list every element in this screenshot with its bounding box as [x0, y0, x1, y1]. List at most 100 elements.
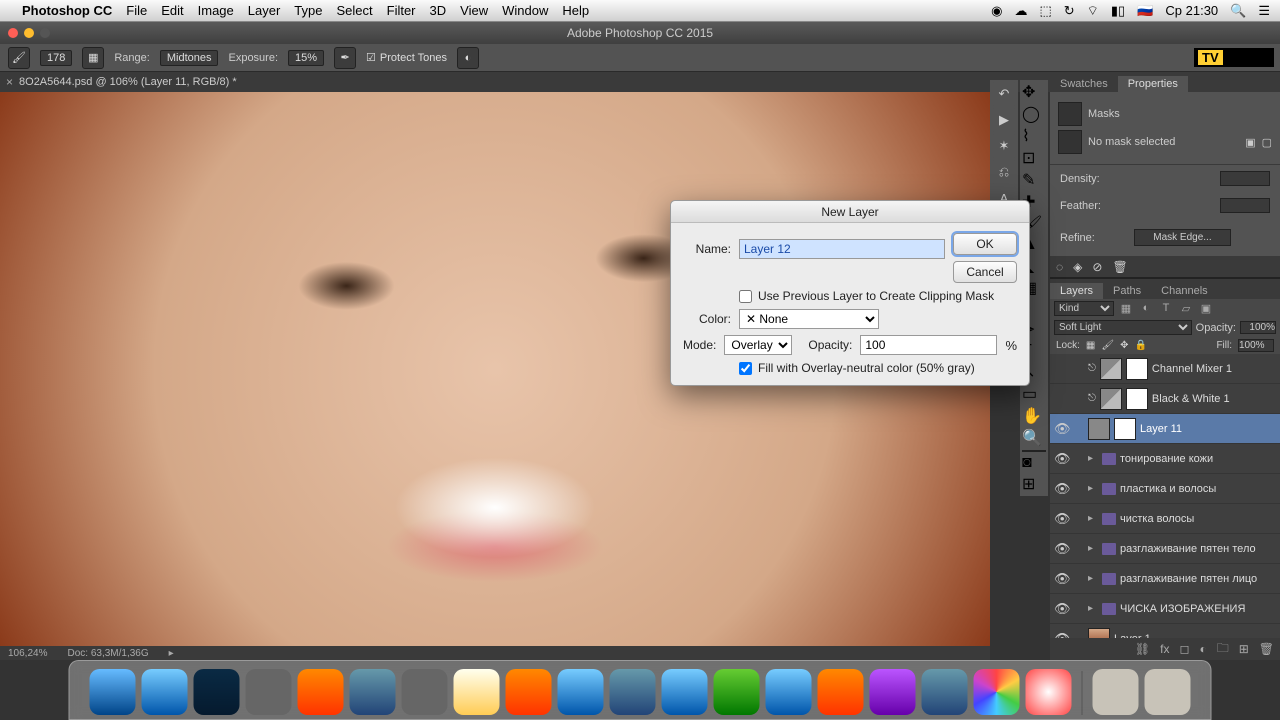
lasso-icon[interactable]: ⌇ [1022, 126, 1046, 146]
range-select[interactable]: Midtones [160, 50, 219, 66]
dock-photos-icon[interactable] [974, 669, 1020, 715]
fill-neutral-checkbox[interactable]: Fill with Overlay-neutral color (50% gra… [739, 361, 1017, 375]
visibility-icon[interactable]: 👁 [1054, 511, 1070, 527]
lock-pos-icon[interactable]: ✥ [1120, 340, 1128, 351]
ok-button[interactable]: OK [953, 233, 1017, 255]
visibility-icon[interactable]: 👁 [1054, 481, 1070, 497]
screen-icon[interactable]: ⊞ [1022, 474, 1046, 494]
visibility-icon[interactable]: 👁 [1054, 571, 1070, 587]
mask-icon[interactable]: ◻ [1179, 642, 1189, 656]
dropbox-icon[interactable]: ⬚ [1039, 3, 1051, 19]
layer-row[interactable]: 👁▸разглаживание пятен лицо [1050, 564, 1280, 594]
disable-mask-icon[interactable]: ⊘ [1092, 260, 1102, 274]
new-icon[interactable]: ⊞ [1239, 642, 1249, 656]
filter-kind-select[interactable]: Kind [1054, 301, 1114, 316]
layers-list[interactable]: ⎋Channel Mixer 1⎋Black & White 1👁Layer 1… [1050, 354, 1280, 638]
protect-tones-checkbox[interactable]: ☑Protect Tones [366, 51, 447, 64]
dock-safari-icon[interactable] [142, 669, 188, 715]
adj-icon[interactable]: ◐ [1199, 642, 1206, 656]
dock-app2-icon[interactable] [506, 669, 552, 715]
menu-select[interactable]: Select [336, 3, 372, 18]
add-vector-mask-icon[interactable]: ▢ [1262, 136, 1272, 149]
name-input[interactable] [739, 239, 945, 259]
dlg-opacity-input[interactable] [860, 335, 997, 355]
tab-paths[interactable]: Paths [1103, 282, 1151, 299]
brush-size-input[interactable]: 178 [40, 50, 72, 66]
load-sel-icon[interactable]: ◌ [1056, 260, 1063, 274]
visibility-icon[interactable]: 👁 [1054, 631, 1070, 639]
cloud-icon[interactable]: ☁ [1014, 3, 1027, 19]
dock-folder-icon[interactable] [1093, 669, 1139, 715]
trash-icon[interactable]: 🗑 [1112, 260, 1127, 274]
quickmask-icon[interactable]: ◙ [1022, 454, 1046, 472]
tablet-pressure-icon[interactable]: ◐ [457, 47, 479, 69]
expand-icon[interactable]: ▸ [1088, 543, 1098, 554]
status-arrow-icon[interactable]: ▸ [169, 648, 174, 659]
layer-name[interactable]: разглаживание пятен тело [1120, 543, 1256, 555]
menu-image[interactable]: Image [198, 3, 234, 18]
mode-select[interactable]: Overlay [724, 335, 792, 355]
lock-all-icon[interactable]: 🔒 [1134, 340, 1146, 351]
dock-vlc-icon[interactable] [298, 669, 344, 715]
layer-name[interactable]: чистка волосы [1120, 513, 1194, 525]
menu-window[interactable]: Window [502, 3, 548, 18]
eyedrop-icon[interactable]: ✎ [1022, 170, 1046, 190]
marquee-icon[interactable]: ◯ [1022, 104, 1046, 124]
expand-icon[interactable]: ▸ [1088, 513, 1098, 524]
exposure-input[interactable]: 15% [288, 50, 324, 66]
menu-type[interactable]: Type [294, 3, 322, 18]
brush-panel-icon[interactable]: ▦ [82, 47, 104, 69]
dock-skype-icon[interactable] [558, 669, 604, 715]
opacity-input[interactable] [1240, 321, 1276, 334]
menu-icon[interactable]: ☰ [1258, 3, 1270, 19]
tab-channels[interactable]: Channels [1151, 282, 1217, 299]
layer-name[interactable]: ЧИСКА ИЗОБРАЖЕНИЯ [1120, 603, 1245, 615]
airbrush-icon[interactable]: ✒ [334, 47, 356, 69]
feather-input[interactable] [1220, 198, 1270, 213]
menu-layer[interactable]: Layer [248, 3, 281, 18]
apply-mask-icon[interactable]: ◈ [1073, 260, 1082, 274]
menu-help[interactable]: Help [562, 3, 589, 18]
expand-icon[interactable]: ▸ [1088, 573, 1098, 584]
document-tab[interactable]: 8O2A5644.psd @ 106% (Layer 11, RGB/8) * [19, 76, 237, 88]
filter-pixel-icon[interactable]: ▦ [1118, 302, 1134, 316]
layer-row[interactable]: 👁 ▸ чистка волосы [1050, 504, 1280, 534]
sync-icon[interactable]: ↻ [1064, 3, 1075, 19]
battery-icon[interactable]: ▮▯ [1111, 3, 1125, 19]
fill-input[interactable] [1238, 339, 1274, 352]
tab-swatches[interactable]: Swatches [1050, 75, 1118, 92]
move-icon[interactable]: ✥ [1022, 82, 1046, 102]
brush-icon[interactable]: ✶ [992, 134, 1016, 158]
history-icon[interactable]: ↶ [992, 82, 1016, 106]
layer-row[interactable]: 👁▸пластика и волосы [1050, 474, 1280, 504]
dock-preview-icon[interactable] [922, 669, 968, 715]
filter-type-icon[interactable]: T [1158, 302, 1174, 316]
add-pixel-mask-icon[interactable]: ▣ [1245, 136, 1255, 149]
crop-icon[interactable]: ⊡ [1022, 148, 1046, 168]
delete-icon[interactable]: 🗑 [1259, 642, 1274, 656]
layer-row[interactable]: 👁▸ЧИСКА ИЗОБРАЖЕНИЯ [1050, 594, 1280, 624]
flag-icon[interactable]: 🇷🇺 [1137, 3, 1153, 19]
lock-trans-icon[interactable]: ▦ [1086, 340, 1095, 351]
menu-filter[interactable]: Filter [387, 3, 416, 18]
dock-trash-icon[interactable] [1145, 669, 1191, 715]
dock-utorrent-icon[interactable] [714, 669, 760, 715]
visibility-icon[interactable]: 👁 [1054, 541, 1070, 557]
layer-row[interactable]: 👁▸тонирование кожи [1050, 444, 1280, 474]
menu-view[interactable]: View [460, 3, 488, 18]
visibility-icon[interactable]: 👁 [1054, 601, 1070, 617]
dock-photoshop-icon[interactable] [194, 669, 240, 715]
zoom-level[interactable]: 106,24% [8, 648, 47, 659]
dock-garageband-icon[interactable] [818, 669, 864, 715]
layer-name[interactable]: Layer 11 [1140, 423, 1182, 435]
fx-icon[interactable]: fx [1160, 642, 1169, 656]
clipping-mask-checkbox[interactable]: Use Previous Layer to Create Clipping Ma… [739, 289, 1017, 303]
density-input[interactable] [1220, 171, 1270, 186]
layer-name[interactable]: пластика и волосы [1120, 483, 1216, 495]
traffic-lights[interactable] [0, 28, 50, 38]
dock-app3-icon[interactable] [662, 669, 708, 715]
dock-imovie-icon[interactable] [870, 669, 916, 715]
dock-notes-icon[interactable] [454, 669, 500, 715]
layer-name[interactable]: Channel Mixer 1 [1152, 363, 1232, 375]
dock-finder-icon[interactable] [90, 669, 136, 715]
